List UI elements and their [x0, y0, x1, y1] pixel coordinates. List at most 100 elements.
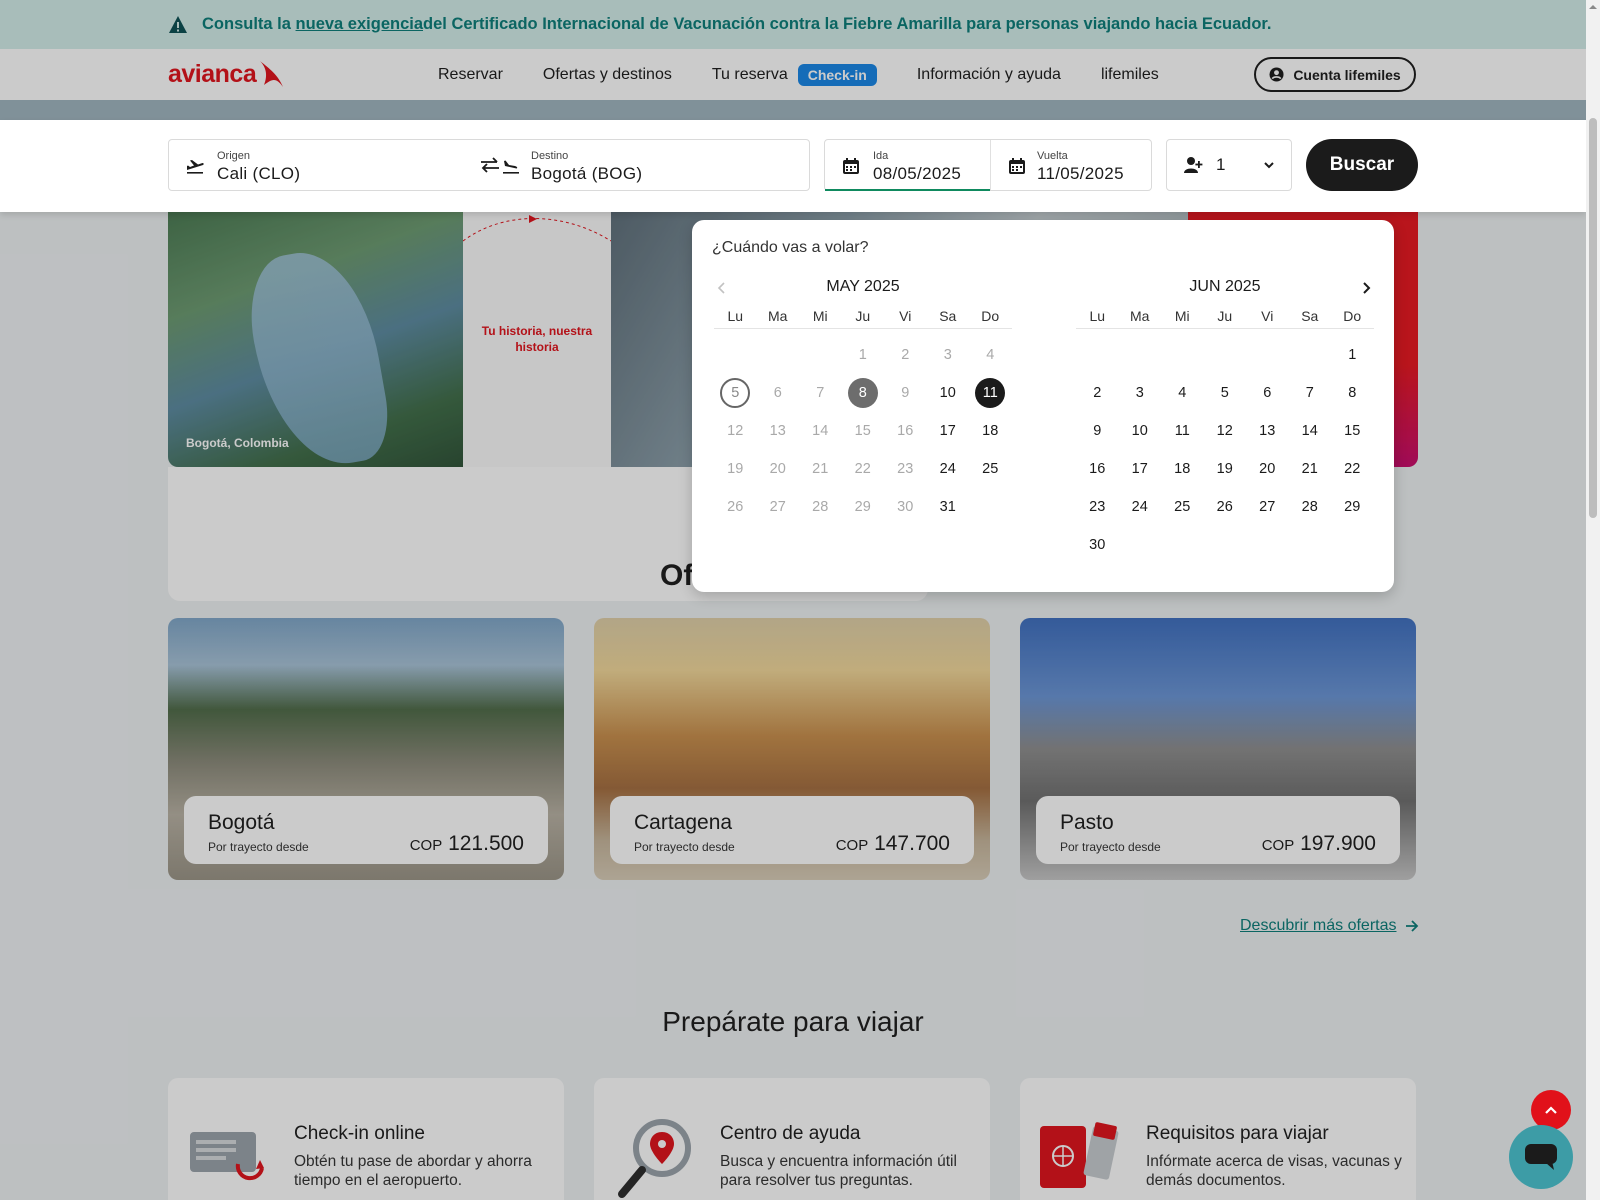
destination-field[interactable]: Destino Bogotá (BOG) — [501, 140, 809, 190]
offer-card-cartagena[interactable]: Cartagena Por trayecto desde COP 147.700 — [594, 618, 990, 880]
prep-card-desc: Busca y encuentra información útil para … — [720, 1153, 957, 1189]
calendar-day[interactable]: 27 — [1246, 488, 1289, 526]
calendar-day[interactable]: 25 — [1161, 488, 1204, 526]
calendar-day[interactable]: 18 — [969, 412, 1012, 450]
calendar-day[interactable]: 6 — [1246, 374, 1289, 412]
calendar-day[interactable]: 28 — [799, 488, 842, 526]
scrollbar[interactable] — [1586, 0, 1600, 1200]
calendar-day[interactable]: 3 — [927, 336, 970, 374]
calendar-day[interactable]: 23 — [884, 450, 927, 488]
calendar-day[interactable]: 10 — [927, 374, 970, 412]
calendar-day[interactable]: 20 — [757, 450, 800, 488]
calendar-day[interactable]: 22 — [842, 450, 885, 488]
day-number: 20 — [1259, 461, 1276, 477]
banner-link[interactable]: nueva exigencia — [296, 15, 423, 34]
prep-card-requirements[interactable]: Requisitos para viajar Infórmate acerca … — [1020, 1078, 1416, 1200]
calendar-day[interactable]: 14 — [799, 412, 842, 450]
origin-field[interactable]: Origen Cali (CLO) — [169, 140, 479, 190]
account-button[interactable]: Cuenta lifemiles — [1254, 57, 1416, 92]
calendar-day[interactable]: 13 — [757, 412, 800, 450]
calendar-day[interactable]: 17 — [1119, 450, 1162, 488]
date-picker: ¿Cuándo vas a volar? MAY 2025 Lu Ma Mi Ju Vi… — [692, 220, 1394, 592]
return-field[interactable]: Vuelta 11/05/2025 — [990, 140, 1152, 190]
calendar-day[interactable]: 22 — [1331, 450, 1374, 488]
nav-reservar[interactable]: Reservar — [438, 66, 503, 84]
back-to-top-button[interactable] — [1531, 1090, 1571, 1130]
discover-more-label: Descubrir más ofertas — [1240, 917, 1397, 934]
calendar-day[interactable]: 1 — [1331, 336, 1374, 374]
checkin-badge[interactable]: Check-in — [797, 63, 877, 86]
calendar-day[interactable]: 2 — [884, 336, 927, 374]
calendar-day[interactable]: 30 — [884, 488, 927, 526]
calendar-day[interactable]: 12 — [1204, 412, 1247, 450]
calendar-day[interactable]: 9 — [1076, 412, 1119, 450]
chat-button[interactable] — [1509, 1125, 1573, 1189]
departure-field[interactable]: Ida 08/05/2025 — [825, 140, 990, 191]
calendar-day[interactable]: 19 — [1204, 450, 1247, 488]
nav-lifemiles[interactable]: lifemiles — [1101, 66, 1159, 84]
calendar-day[interactable]: 13 — [1246, 412, 1289, 450]
calendar-day[interactable]: 8 — [1331, 374, 1374, 412]
calendar-day[interactable]: 27 — [757, 488, 800, 526]
calendar-day[interactable]: 30 — [1076, 526, 1119, 564]
calendar-day[interactable]: 12 — [714, 412, 757, 450]
day-number: 27 — [1259, 499, 1276, 515]
swap-icon[interactable] — [479, 154, 501, 176]
calendar-day[interactable]: 9 — [884, 374, 927, 412]
calendar-day[interactable]: 19 — [714, 450, 757, 488]
calendar-day[interactable]: 1 — [842, 336, 885, 374]
calendar-day[interactable]: 14 — [1289, 412, 1332, 450]
calendar-day[interactable]: 26 — [714, 488, 757, 526]
chevron-left-icon[interactable] — [714, 278, 730, 298]
prep-card-help[interactable]: Centro de ayuda Busca y encuentra inform… — [594, 1078, 990, 1200]
scrollbar-thumb[interactable] — [1589, 118, 1597, 518]
avianca-logo[interactable]: avianca — [168, 57, 284, 89]
calendar-day[interactable]: 15 — [842, 412, 885, 450]
calendar-day[interactable]: 25 — [969, 450, 1012, 488]
calendar-day[interactable]: 2 — [1076, 374, 1119, 412]
calendar-day[interactable]: 26 — [1204, 488, 1247, 526]
calendar-day[interactable]: 7 — [1289, 374, 1332, 412]
calendar-day[interactable]: 7 — [799, 374, 842, 412]
calendar-day[interactable]: 24 — [927, 450, 970, 488]
magnifier-location-icon — [618, 1119, 691, 1198]
discover-more-link[interactable]: Descubrir más ofertas — [1240, 917, 1419, 935]
chevron-up-icon[interactable] — [1588, 2, 1598, 12]
calendar-day[interactable]: 28 — [1289, 488, 1332, 526]
calendar-day[interactable]: 5 — [1204, 374, 1247, 412]
calendar-day[interactable]: 4 — [969, 336, 1012, 374]
calendar-day[interactable]: 29 — [1331, 488, 1374, 526]
calendar-day[interactable]: 20 — [1246, 450, 1289, 488]
nav-ofertas[interactable]: Ofertas y destinos — [543, 66, 672, 84]
calendar-day[interactable]: 23 — [1076, 488, 1119, 526]
calendar-day[interactable]: 11 — [969, 374, 1012, 412]
calendar-day[interactable]: 17 — [927, 412, 970, 450]
calendar-day[interactable]: 8 — [842, 374, 885, 412]
nav-tu-reserva[interactable]: Tu reserva Check-in — [712, 63, 877, 86]
calendar-day[interactable]: 16 — [884, 412, 927, 450]
calendar-day[interactable]: 24 — [1119, 488, 1162, 526]
chevron-right-icon[interactable] — [1358, 278, 1374, 298]
calendar-day[interactable]: 29 — [842, 488, 885, 526]
calendar-day[interactable]: 3 — [1119, 374, 1162, 412]
weekday: Vi — [899, 308, 912, 324]
search-button[interactable]: Buscar — [1306, 139, 1418, 191]
passengers-selector[interactable]: 1 — [1166, 139, 1292, 191]
calendar-day[interactable]: 31 — [927, 488, 970, 526]
calendar-day[interactable]: 15 — [1331, 412, 1374, 450]
calendar-day[interactable]: 16 — [1076, 450, 1119, 488]
offer-card-pasto[interactable]: Pasto Por trayecto desde COP 197.900 — [1020, 618, 1416, 880]
offer-card-bogota[interactable]: Bogotá Por trayecto desde COP 121.500 — [168, 618, 564, 880]
day-number: 29 — [854, 499, 871, 515]
calendar-day[interactable]: 5 — [714, 374, 757, 412]
calendar-day[interactable]: 21 — [1289, 450, 1332, 488]
calendar-day[interactable]: 11 — [1161, 412, 1204, 450]
calendar-day[interactable]: 6 — [757, 374, 800, 412]
calendar-day[interactable]: 21 — [799, 450, 842, 488]
prep-card-checkin[interactable]: Check-in online Obtén tu pase de abordar… — [168, 1078, 564, 1200]
day-number: 9 — [901, 385, 910, 401]
calendar-day[interactable]: 4 — [1161, 374, 1204, 412]
calendar-day[interactable]: 18 — [1161, 450, 1204, 488]
calendar-day[interactable]: 10 — [1119, 412, 1162, 450]
nav-informacion[interactable]: Información y ayuda — [917, 66, 1061, 84]
